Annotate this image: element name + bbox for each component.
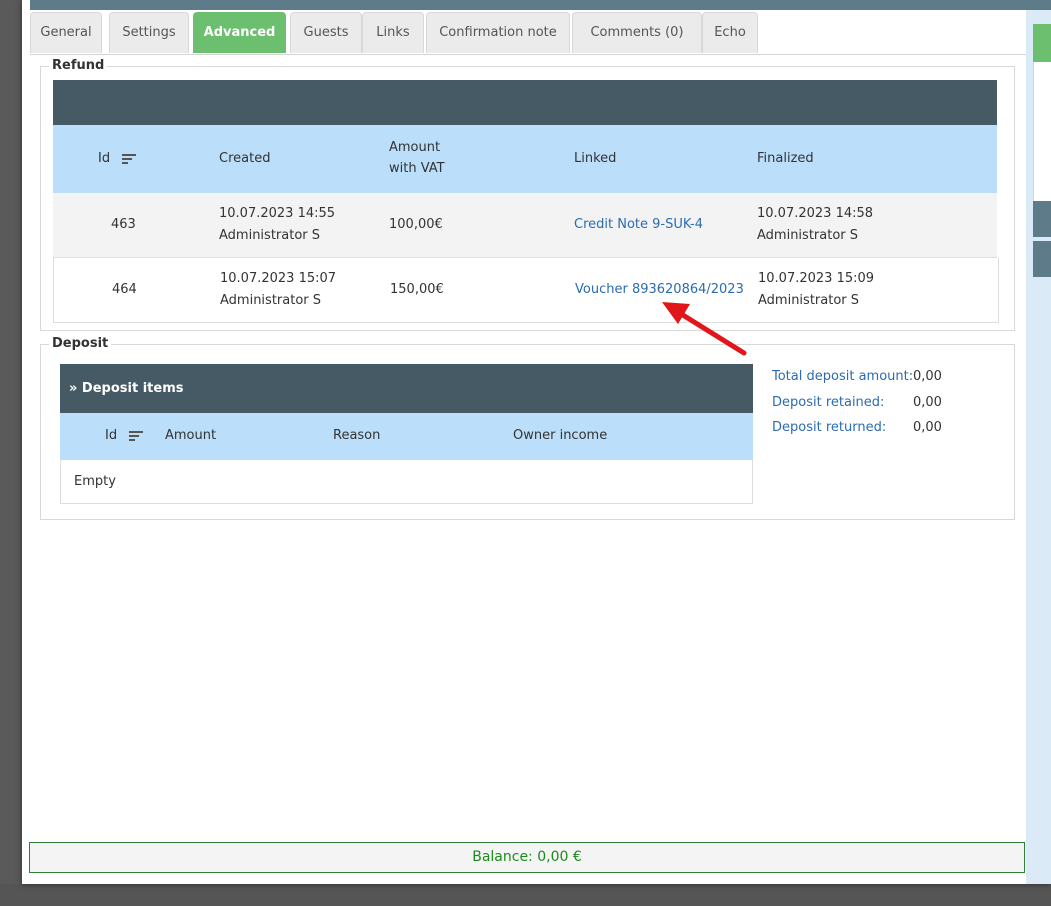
tab-comments[interactable]: Comments (0) [572, 12, 702, 53]
tab-bar: General Settings Advanced Guests Links C… [30, 12, 1026, 55]
refund-col-amount-line1: Amount [389, 140, 441, 155]
modal-title-bar [30, 0, 1051, 10]
deposit-col-id-label: Id [105, 428, 118, 443]
refund-col-id[interactable]: Id [98, 148, 137, 169]
tab-links[interactable]: Links [362, 12, 424, 53]
refund-created-by: Administrator S [219, 228, 321, 243]
right-panel-button-1[interactable] [1033, 201, 1051, 237]
deposit-empty-text: Empty [74, 474, 116, 489]
deposit-section: Deposit » Deposit items Id Amount Reason… [40, 336, 1015, 520]
backdrop-left [0, 0, 22, 906]
refund-section: Refund Id Created Amount with VAT Linked… [40, 58, 1015, 331]
refund-linked-link[interactable]: Credit Note 9-SUK-4 [574, 214, 703, 235]
deposit-col-amount: Amount [165, 428, 217, 443]
refund-created-by: Administrator S [220, 293, 322, 308]
deposit-total-value: 0,00 [913, 369, 942, 384]
refund-legend: Refund [49, 58, 108, 73]
refund-id: 463 [111, 217, 136, 232]
refund-table-header: Id Created Amount with VAT Linked Finali… [53, 125, 997, 193]
right-side-panel [1026, 10, 1051, 884]
refund-col-finalized: Finalized [757, 151, 814, 166]
refund-created-date: 10.07.2023 14:55 [219, 206, 336, 221]
refund-table-toolbar [53, 80, 997, 125]
deposit-total-label: Total deposit amount: [772, 369, 914, 384]
annotation-arrow-icon [662, 302, 747, 356]
backdrop-bottom [0, 884, 1051, 906]
deposit-items-toolbar[interactable]: » Deposit items [60, 364, 753, 413]
refund-amount: 100,00€ [389, 217, 443, 232]
right-panel-green-button[interactable] [1033, 24, 1051, 62]
deposit-table-header: Id Amount Reason Owner income [60, 413, 753, 460]
reservation-modal: General Settings Advanced Guests Links C… [22, 0, 1051, 884]
refund-col-amount-line2: with VAT [389, 161, 445, 176]
deposit-returned-label: Deposit returned: [772, 420, 887, 435]
sort-icon[interactable] [122, 153, 137, 164]
table-row: 464 10.07.2023 15:07 Administrator S 150… [53, 258, 999, 323]
deposit-retained-label: Deposit retained: [772, 395, 885, 410]
tab-settings[interactable]: Settings [109, 12, 189, 53]
tab-echo[interactable]: Echo [702, 12, 758, 53]
tab-advanced[interactable]: Advanced [193, 12, 286, 53]
deposit-returned-value: 0,00 [913, 420, 942, 435]
deposit-col-owner-income: Owner income [513, 428, 608, 443]
refund-created-date: 10.07.2023 15:07 [220, 271, 337, 286]
deposit-items-title: » Deposit items [69, 381, 184, 396]
refund-finalized-date: 10.07.2023 15:09 [758, 271, 875, 286]
tab-guests[interactable]: Guests [290, 12, 362, 53]
refund-col-id-label: Id [98, 151, 111, 166]
refund-finalized-by: Administrator S [757, 228, 859, 243]
table-row: Empty [60, 460, 753, 504]
refund-id: 464 [112, 282, 137, 297]
refund-finalized-date: 10.07.2023 14:58 [757, 206, 874, 221]
refund-col-created: Created [219, 151, 271, 166]
deposit-legend: Deposit [49, 336, 112, 351]
deposit-col-id[interactable]: Id [105, 425, 144, 446]
refund-col-linked: Linked [574, 151, 617, 166]
deposit-retained-value: 0,00 [913, 395, 942, 410]
refund-finalized-by: Administrator S [758, 293, 860, 308]
tab-confirmation-note[interactable]: Confirmation note [426, 12, 570, 53]
deposit-col-reason: Reason [333, 428, 381, 443]
right-panel-button-2[interactable] [1033, 241, 1051, 277]
tab-general[interactable]: General [30, 12, 102, 53]
refund-col-amount: Amount with VAT [389, 137, 445, 179]
sort-icon[interactable] [129, 430, 144, 441]
refund-amount: 150,00€ [390, 282, 444, 297]
balance-bar: Balance: 0,00 € [29, 842, 1025, 873]
table-row: 463 10.07.2023 14:55 Administrator S 100… [53, 193, 997, 258]
